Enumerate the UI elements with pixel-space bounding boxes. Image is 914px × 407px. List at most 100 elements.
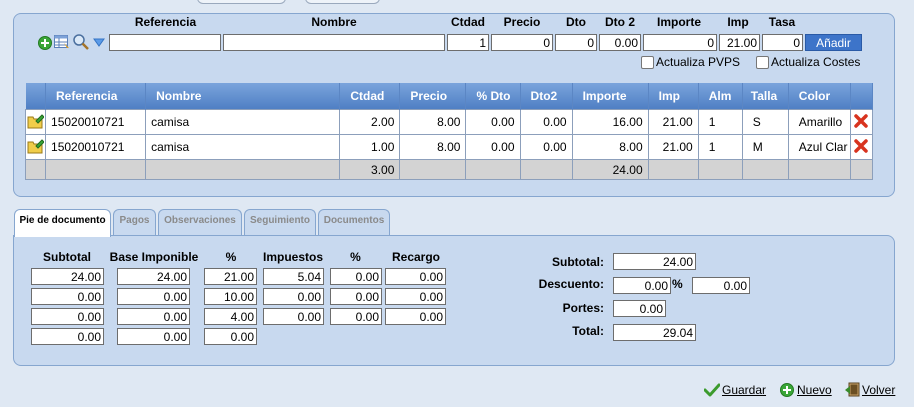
precio-input[interactable] — [491, 34, 553, 51]
volver-link[interactable]: Volver — [862, 383, 895, 397]
descuento-field[interactable] — [692, 277, 750, 294]
impuestos-field[interactable] — [263, 288, 324, 305]
triangle-down-icon[interactable] — [93, 38, 105, 48]
subtotal-field[interactable] — [31, 268, 104, 285]
folder-edit-icon[interactable] — [27, 138, 45, 154]
descuento-pct-field[interactable] — [613, 277, 671, 294]
impuestos-field[interactable] — [263, 268, 324, 285]
recargo-field[interactable] — [385, 268, 446, 285]
totals-empty — [787, 159, 851, 180]
col-color: Color — [788, 83, 851, 110]
col-imp: Imp — [648, 83, 699, 110]
ctdad-input[interactable] — [447, 34, 489, 51]
col-dto: % Dto — [465, 83, 521, 110]
pct2-field[interactable] — [330, 308, 382, 325]
totals-empty — [741, 159, 789, 180]
col-referencia: Referencia — [45, 83, 147, 110]
cell-importe: 8.00 — [571, 134, 649, 160]
header-importe: Importe — [656, 15, 701, 29]
tab-documentos[interactable]: Documentos — [318, 209, 390, 235]
pct-field[interactable] — [204, 288, 257, 305]
red-x-icon[interactable] — [854, 113, 868, 128]
recargo-field[interactable] — [385, 288, 446, 305]
cell-importe: 16.00 — [571, 109, 649, 135]
pct-field[interactable] — [204, 328, 257, 345]
col-alm: Alm — [698, 83, 743, 110]
actualiza-costes-label: Actualiza Costes — [771, 55, 861, 69]
tab-pagos[interactable]: Pagos — [113, 209, 156, 235]
summary-descuento-label: Descuento: — [538, 277, 604, 291]
tab-pie-de-documento[interactable]: Pie de documento — [14, 209, 111, 237]
back-icon[interactable] — [844, 382, 860, 397]
referencia-input[interactable] — [109, 34, 221, 51]
summary-portes-label: Portes: — [562, 301, 604, 315]
header-tasa: Tasa — [768, 15, 796, 29]
plus-circle-icon[interactable] — [38, 36, 52, 50]
add-line-button[interactable]: Añadir — [805, 34, 862, 51]
subtotal-field[interactable] — [31, 288, 104, 305]
table-icon[interactable] — [54, 35, 70, 49]
footer-header-pct: % — [225, 250, 237, 264]
totals-empty — [647, 159, 699, 180]
actualiza-pvps-checkbox[interactable] — [641, 56, 654, 69]
imp-input[interactable] — [719, 34, 760, 51]
cell-color: Azul Clar — [787, 134, 851, 160]
tab-seguimiento[interactable]: Seguimiento — [244, 209, 316, 235]
cell-precio: 8.00 — [399, 134, 467, 160]
footer-header-base: Base Imponible — [109, 250, 199, 264]
dto-input[interactable] — [555, 34, 597, 51]
tab-observaciones[interactable]: Observaciones — [158, 209, 242, 235]
base-field[interactable] — [117, 288, 190, 305]
red-x-icon[interactable] — [854, 138, 868, 153]
col-importe: Importe — [572, 83, 649, 110]
actualiza-costes-checkbox[interactable] — [756, 56, 769, 69]
cell-ctdad: 1.00 — [339, 134, 401, 160]
impuestos-field[interactable] — [263, 308, 324, 325]
tasa-input[interactable] — [762, 34, 803, 51]
totals-empty — [465, 159, 521, 180]
header-referencia: Referencia — [134, 15, 197, 29]
header-dto: Dto — [566, 15, 586, 29]
base-field[interactable] — [117, 328, 190, 345]
check-icon[interactable] — [704, 383, 720, 397]
summary-subtotal-field[interactable] — [613, 253, 696, 270]
totals-empty — [45, 159, 147, 180]
nuevo-link[interactable]: Nuevo — [797, 383, 832, 397]
pct2-field[interactable] — [330, 288, 382, 305]
lines-header-row: Referencia Nombre Ctdad Precio % Dto Dto… — [25, 83, 874, 110]
plus-circle-icon[interactable] — [780, 383, 794, 397]
importe-input[interactable] — [643, 34, 717, 51]
col-delete — [850, 83, 874, 110]
subtotal-field[interactable] — [31, 308, 104, 325]
cell-alm: 1 — [697, 134, 743, 160]
total-importe: 24.00 — [571, 159, 649, 180]
guardar-link[interactable]: Guardar — [722, 383, 766, 397]
header-ctdad: Ctdad — [451, 15, 485, 29]
pct-field[interactable] — [204, 268, 257, 285]
top-tab-stub-right — [305, 0, 380, 4]
totals-empty — [24, 159, 47, 180]
cell-dto2: 0.00 — [519, 134, 573, 160]
recargo-field[interactable] — [385, 308, 446, 325]
total-ctdad: 3.00 — [339, 159, 401, 180]
dto2-input[interactable] — [599, 34, 641, 51]
base-field[interactable] — [117, 308, 190, 325]
nombre-input[interactable] — [223, 34, 445, 51]
summary-subtotal-label: Subtotal: — [552, 255, 604, 269]
total-field[interactable] — [613, 324, 696, 341]
portes-field[interactable] — [613, 300, 666, 317]
cell-talla: M — [741, 134, 789, 160]
cell-imp: 21.00 — [647, 109, 699, 135]
folder-edit-icon[interactable] — [27, 113, 45, 129]
header-imp: Imp — [727, 15, 749, 29]
pct-field[interactable] — [204, 308, 257, 325]
cell-referencia: 15020010721 — [45, 109, 147, 135]
magnifier-icon[interactable] — [73, 34, 89, 50]
header-precio: Precio — [503, 15, 541, 29]
pct2-field[interactable] — [330, 268, 382, 285]
totals-empty — [399, 159, 467, 180]
base-field[interactable] — [117, 268, 190, 285]
footer-header-subtotal: Subtotal — [43, 250, 91, 264]
subtotal-field[interactable] — [31, 328, 104, 345]
totals-empty — [519, 159, 573, 180]
